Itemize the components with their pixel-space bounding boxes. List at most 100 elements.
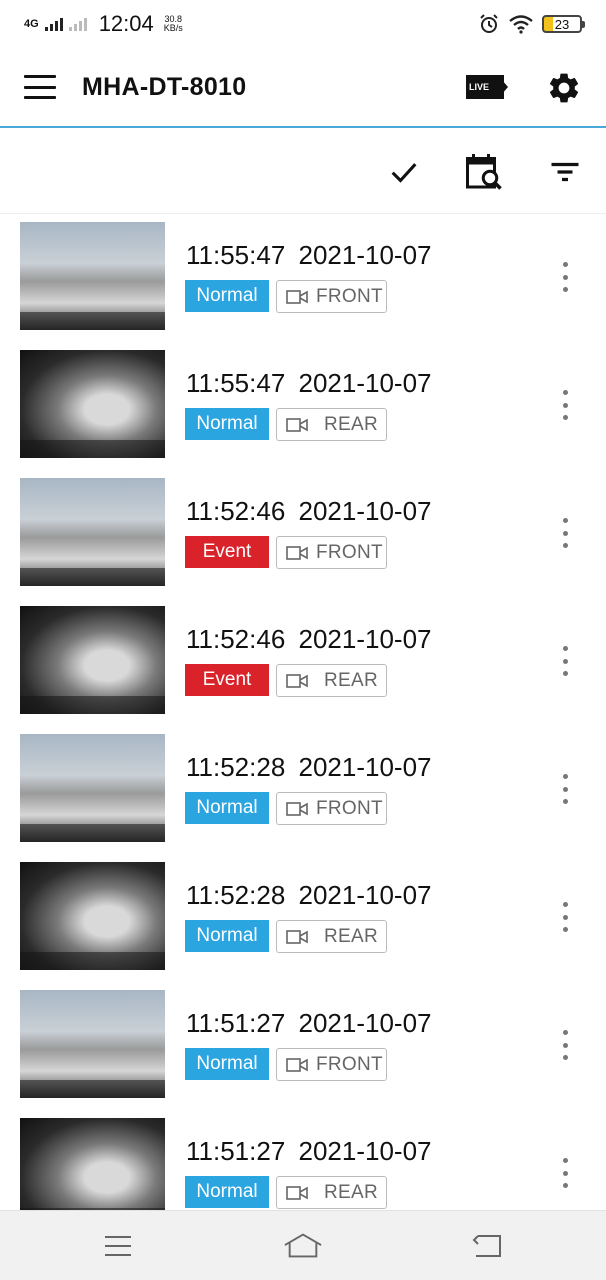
recording-time-value: 11:55:47 [186, 240, 286, 270]
wifi-icon [509, 15, 533, 34]
status-badge: Event [185, 664, 269, 696]
status-right: 23 [478, 13, 585, 35]
video-camera-icon [286, 1057, 308, 1073]
recording-list: 11:55:47 2021-10-07 Normal FRONT 11:55:47 2… [0, 216, 606, 1240]
filter-icon[interactable] [543, 150, 587, 194]
calendar-search-icon[interactable] [462, 150, 506, 194]
camera-label: FRONT [316, 541, 383, 563]
camera-tag: REAR [276, 920, 387, 953]
video-thumbnail[interactable] [20, 478, 165, 586]
camera-tag: REAR [276, 408, 387, 441]
video-camera-icon [286, 929, 308, 945]
camera-label: REAR [324, 1181, 378, 1203]
network-type: 4G [24, 18, 39, 30]
recording-date: 2021-10-07 [298, 752, 432, 782]
battery-level: 23 [554, 16, 570, 32]
menu-icon[interactable] [24, 75, 56, 99]
list-item[interactable]: 11:55:47 2021-10-07 Normal FRONT [0, 216, 606, 344]
recording-time: 11:52:46 2021-10-07 [186, 496, 432, 527]
video-thumbnail[interactable] [20, 222, 165, 330]
status-badge: Event [185, 536, 269, 568]
video-thumbnail[interactable] [20, 606, 165, 714]
list-item[interactable]: 11:52:28 2021-10-07 Normal REAR [0, 856, 606, 984]
check-icon[interactable] [382, 150, 426, 194]
more-vert-icon[interactable] [552, 1156, 578, 1190]
camera-label: REAR [324, 925, 378, 947]
gear-icon[interactable] [546, 70, 582, 106]
video-camera-icon [286, 289, 308, 305]
video-thumbnail[interactable] [20, 862, 165, 970]
live-camera-icon[interactable]: LIVE [466, 75, 508, 99]
home-icon[interactable] [283, 1229, 323, 1263]
recording-time: 11:51:27 2021-10-07 [186, 1008, 432, 1039]
list-item[interactable]: 11:52:28 2021-10-07 Normal FRONT [0, 728, 606, 856]
list-item[interactable]: 11:52:46 2021-10-07 Event FRONT [0, 472, 606, 600]
camera-label: REAR [324, 669, 378, 691]
recording-date: 2021-10-07 [298, 240, 432, 270]
camera-label: FRONT [316, 285, 383, 307]
video-camera-icon [286, 417, 308, 433]
video-thumbnail[interactable] [20, 734, 165, 842]
network-speed: 30.8 KB/s [164, 15, 183, 33]
camera-label: FRONT [316, 1053, 383, 1075]
recording-time: 11:52:28 2021-10-07 [186, 880, 432, 911]
recents-icon[interactable] [98, 1229, 138, 1263]
recording-date: 2021-10-07 [298, 1008, 432, 1038]
status-badge: Normal [185, 792, 269, 824]
toolbar [0, 130, 606, 214]
nav-bar [0, 1210, 606, 1280]
recording-date: 2021-10-07 [298, 624, 432, 654]
camera-label: REAR [324, 413, 378, 435]
clock: 12:04 [98, 11, 154, 36]
live-label: LIVE [469, 82, 490, 92]
more-vert-icon[interactable] [552, 644, 578, 678]
back-icon[interactable] [467, 1229, 507, 1263]
video-camera-icon [286, 801, 308, 817]
recording-date: 2021-10-07 [298, 496, 432, 526]
recording-date: 2021-10-07 [298, 368, 432, 398]
recording-time: 11:55:47 2021-10-07 [186, 240, 432, 271]
video-thumbnail[interactable] [20, 990, 165, 1098]
recording-time-value: 11:52:46 [186, 496, 286, 526]
list-item[interactable]: 11:55:47 2021-10-07 Normal REAR [0, 344, 606, 472]
more-vert-icon[interactable] [552, 772, 578, 806]
recording-time-value: 11:51:27 [186, 1008, 286, 1038]
list-item[interactable]: 11:52:46 2021-10-07 Event REAR [0, 600, 606, 728]
status-badge: Normal [185, 280, 269, 312]
recording-time-value: 11:52:46 [186, 624, 286, 654]
status-badge: Normal [185, 1176, 269, 1208]
more-vert-icon[interactable] [552, 388, 578, 422]
recording-time: 11:51:27 2021-10-07 [186, 1136, 432, 1167]
camera-label: FRONT [316, 797, 383, 819]
more-vert-icon[interactable] [552, 1028, 578, 1062]
video-camera-icon [286, 545, 308, 561]
status-badge: Normal [185, 408, 269, 440]
status-left: 4G 12:04 30.8 KB/s [24, 11, 183, 37]
alarm-icon [480, 14, 498, 33]
signal-icon [44, 17, 63, 31]
recording-time: 11:52:28 2021-10-07 [186, 752, 432, 783]
recording-time: 11:55:47 2021-10-07 [186, 368, 432, 399]
more-vert-icon[interactable] [552, 260, 578, 294]
list-item[interactable]: 11:51:27 2021-10-07 Normal FRONT [0, 984, 606, 1112]
camera-tag: REAR [276, 1176, 387, 1209]
more-vert-icon[interactable] [552, 900, 578, 934]
recording-time-value: 11:52:28 [186, 880, 286, 910]
status-bar: 4G 12:04 30.8 KB/s 23 [0, 0, 606, 48]
recording-time-value: 11:55:47 [186, 368, 286, 398]
recording-date: 2021-10-07 [298, 880, 432, 910]
battery-icon: 23 [542, 15, 585, 33]
recording-time: 11:52:46 2021-10-07 [186, 624, 432, 655]
camera-tag: FRONT [276, 536, 387, 569]
camera-tag: FRONT [276, 1048, 387, 1081]
video-camera-icon [286, 1185, 308, 1201]
recording-time-value: 11:52:28 [186, 752, 286, 782]
more-vert-icon[interactable] [552, 516, 578, 550]
status-badge: Normal [185, 920, 269, 952]
page-title: MHA-DT-8010 [82, 72, 247, 101]
camera-tag: FRONT [276, 792, 387, 825]
video-thumbnail[interactable] [20, 350, 165, 458]
camera-tag: FRONT [276, 280, 387, 313]
video-camera-icon [286, 673, 308, 689]
recording-date: 2021-10-07 [298, 1136, 432, 1166]
